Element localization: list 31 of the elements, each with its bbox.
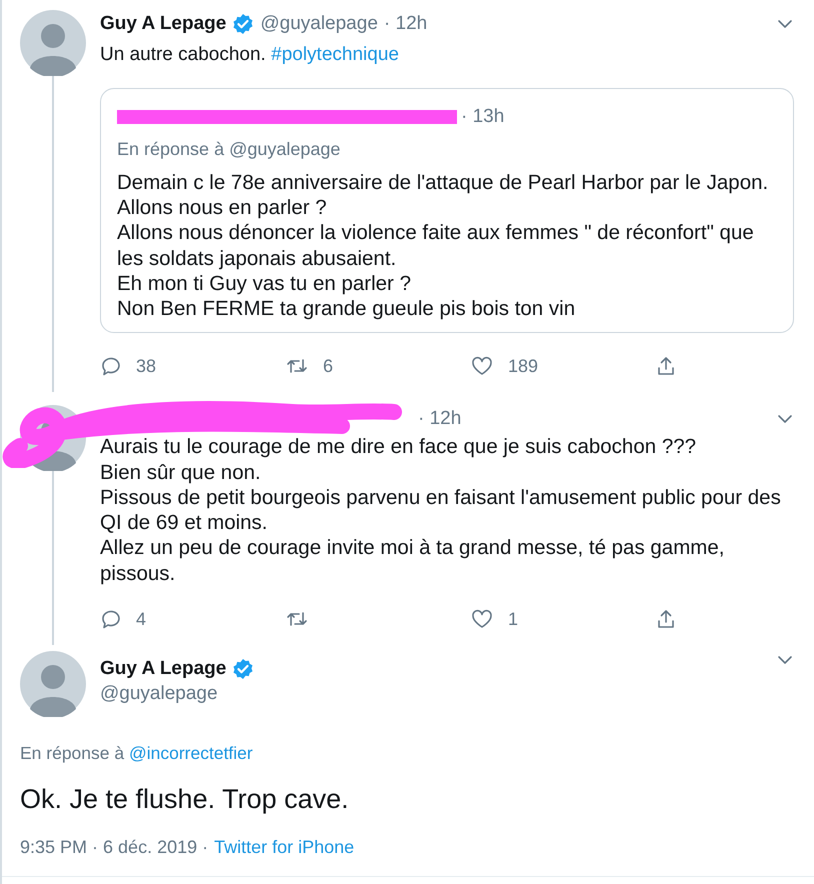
author-handle[interactable]: @guyalepage [260,13,378,35]
reply-icon[interactable] [100,608,122,630]
action-count: 4 [136,608,146,630]
source-link[interactable]: Twitter for iPhone [214,837,354,858]
author-name[interactable]: Guy A Lepage [100,658,226,680]
tweet-time[interactable]: · 12h [384,13,428,35]
reply-icon[interactable] [100,355,122,378]
heart-icon[interactable] [470,608,494,630]
heart-icon[interactable] [470,355,494,378]
tweet-time[interactable]: · 12h [418,408,462,430]
author-name[interactable]: Guy A Lepage [100,13,226,35]
quoted-tweet-text: Demain c le 78e anniversaire de l'attaque de Pearl Harbor par le Japon. Allons nous en parler ? Allons nous dénoncer la violence faite aux femmes " de réconfort" que les soldats japonais abusaient. Eh mon ti Guy vas tu en parler ? Non Ben FERME ta grande gueule pis bois ton vin [117,170,770,322]
hashtag-link[interactable]: #polytechnique [271,44,399,65]
mention-link[interactable]: @incorrectetfier [128,743,253,763]
reply-to-text: En réponse à @incorrectetfier [20,743,254,764]
tweet-time[interactable]: · 13h [461,106,504,128]
tweet-text: Ok. Je te flushe. Trop cave. [20,784,350,815]
avatar[interactable] [20,10,86,76]
share-icon[interactable] [655,355,677,378]
share-icon[interactable] [655,608,677,630]
quoted-tweet-card[interactable] [100,88,794,334]
action-count: 189 [508,356,538,377]
author-handle[interactable]: @guyalepage [100,683,254,705]
action-count: 38 [136,356,156,377]
tweet-timestamp[interactable]: 9:35 PM · 6 déc. 2019 · [20,837,208,858]
action-count: 6 [323,356,334,377]
tweet-text: Un autre cabochon. #polytechnique [100,43,400,67]
action-count: 1 [508,608,518,630]
avatar[interactable] [20,651,86,717]
tweet-text: Aurais tu le courage de me dire en face que je suis cabochon ??? Bien sûr que non. Pissous de petit bourgeois parvenu en faisant l'amusement public pour des QI de 69 et moins. Allez un peu de courage invite moi à ta grand messe, té pas gamme, pissous. [100,434,782,586]
reply-to-text: En réponse à @guyalepage [117,138,342,161]
